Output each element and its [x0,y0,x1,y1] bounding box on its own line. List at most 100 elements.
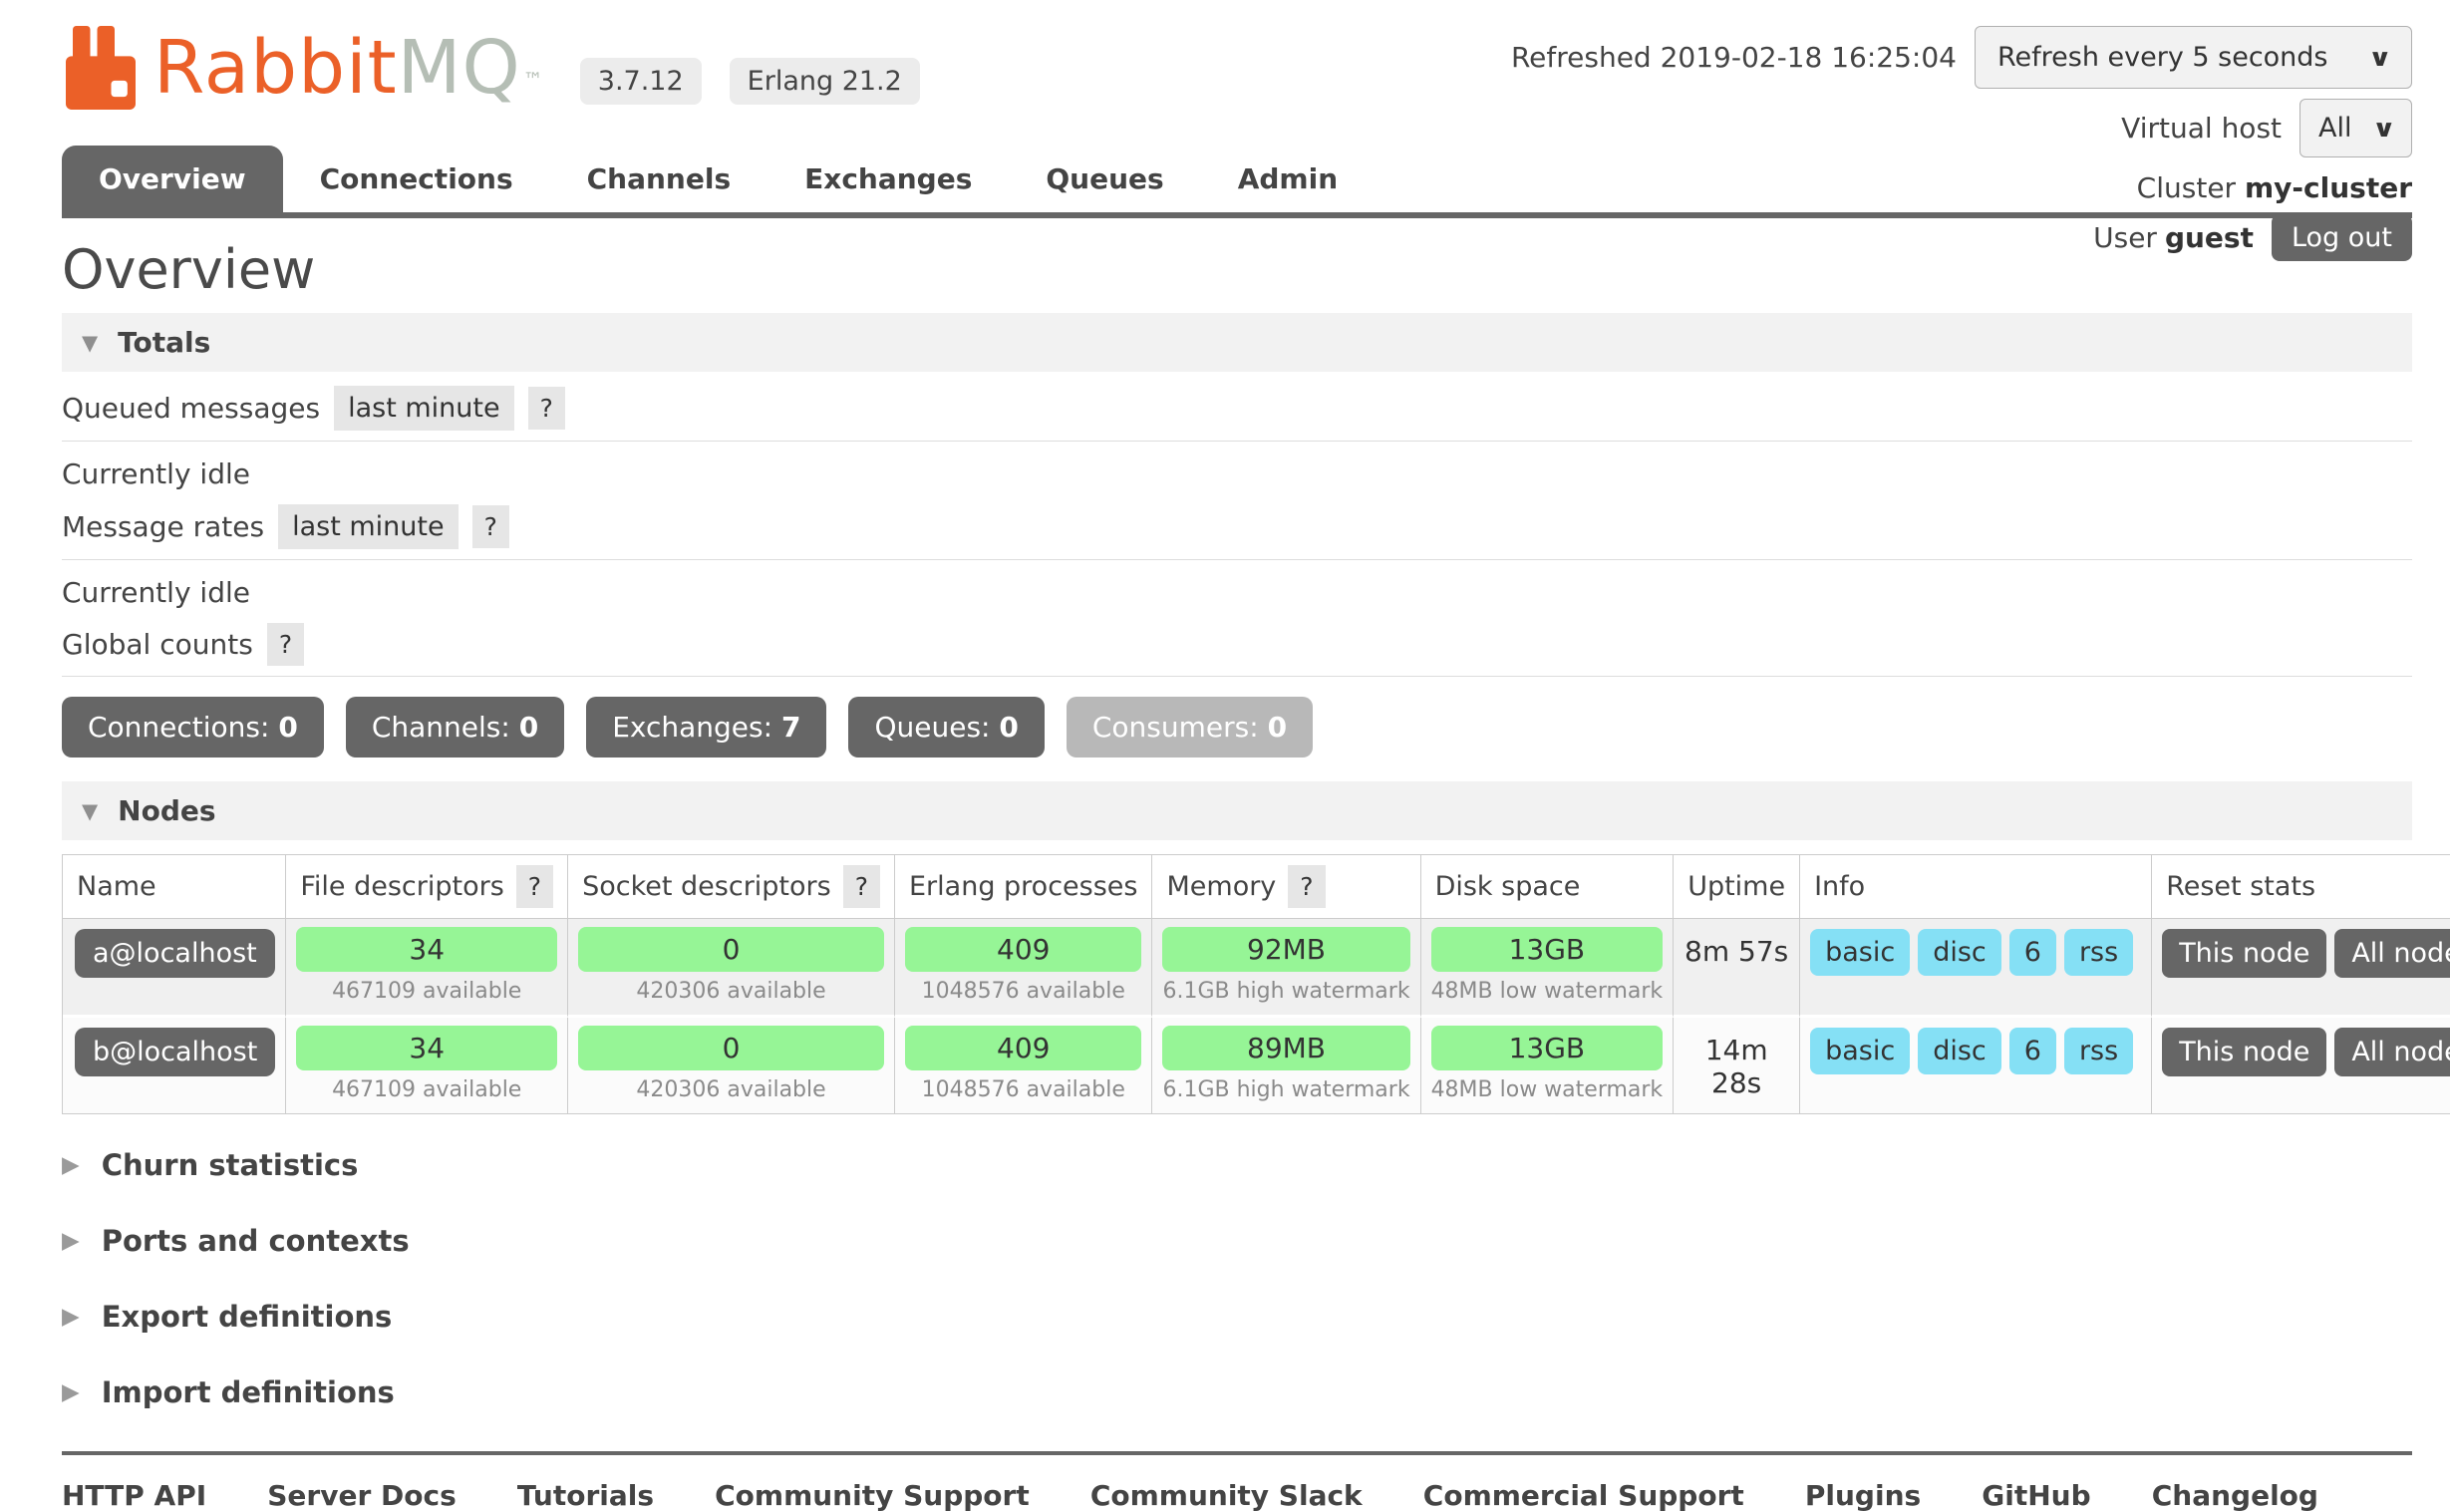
info-badge-rss[interactable]: rss [2064,1028,2133,1074]
info-badge-disc[interactable]: disc [1918,929,2001,976]
queues-count-button[interactable]: Queues: 0 [848,697,1044,757]
socket-descriptors-note: 420306 available [578,1070,884,1105]
section-churn-statistics[interactable]: ▶ Churn statistics [62,1148,2412,1182]
socket-descriptors-note: 420306 available [578,972,884,1007]
logout-button[interactable]: Log out [2272,214,2412,261]
tab-overview[interactable]: Overview [62,146,283,212]
footer: HTTP API Server Docs Tutorials Community… [62,1451,2412,1512]
erlang-version-badge: Erlang 21.2 [730,58,920,105]
help-icon[interactable]: ? [267,623,304,666]
info-badge-count[interactable]: 6 [2009,929,2056,976]
chevron-down-icon: ∨ [2371,115,2395,143]
tab-exchanges[interactable]: Exchanges [767,146,1009,212]
message-rates-row: Message rates last minute ? [62,504,2412,560]
node-name-badge[interactable]: a@localhost [75,929,275,978]
refreshed-timestamp: Refreshed 2019-02-18 16:25:04 [1511,41,1957,74]
help-icon[interactable]: ? [516,865,553,908]
footer-link-http-api[interactable]: HTTP API [62,1479,206,1512]
queued-messages-label: Queued messages [62,392,320,425]
col-name: Name [63,855,286,919]
footer-link-plugins[interactable]: Plugins [1805,1479,1921,1512]
info-badge-count[interactable]: 6 [2009,1028,2056,1074]
channels-count-button[interactable]: Channels: 0 [346,697,564,757]
totals-section-header[interactable]: ▼ Totals [62,313,2412,372]
nodes-section-title: Nodes [118,794,215,827]
help-icon[interactable]: ? [528,387,565,430]
cluster-name: my-cluster [2245,171,2412,204]
disk-space-note: 48MB low watermark [1431,972,1664,1007]
memory-note: 6.1GB high watermark [1162,1070,1409,1105]
rabbitmq-version-badge: 3.7.12 [580,58,702,105]
header: RabbitMQ™ 3.7.12 Erlang 21.2 Refreshed 2… [62,26,2412,110]
col-socket-descriptors: Socket descriptors? [568,855,895,919]
help-icon[interactable]: ? [1288,865,1325,908]
message-rates-label: Message rates [62,510,264,543]
tab-channels[interactable]: Channels [550,146,768,212]
nodes-table-wrap: Name File descriptors? Socket descriptor… [62,854,2412,1114]
memory-bar: 92MB [1162,927,1409,972]
global-count-buttons: Connections: 0 Channels: 0 Exchanges: 7 … [62,697,2412,757]
info-badge-basic[interactable]: basic [1810,1028,1910,1074]
consumers-count-button: Consumers: 0 [1067,697,1313,757]
footer-link-commercial-support[interactable]: Commercial Support [1423,1479,1744,1512]
tab-admin[interactable]: Admin [1201,146,1375,212]
col-disk-space: Disk space [1421,855,1675,919]
cluster-info: Cluster my-cluster [2137,171,2412,204]
info-badge-rss[interactable]: rss [2064,929,2133,976]
user-name: guest [2165,221,2254,254]
reset-this-node-button[interactable]: This node [2162,929,2326,978]
reset-all-nodes-button[interactable]: All nodes [2334,929,2450,978]
collapse-triangle-icon: ▼ [82,331,98,355]
footer-link-server-docs[interactable]: Server Docs [267,1479,457,1512]
connections-count-button[interactable]: Connections: 0 [62,697,324,757]
nodes-header-row: Name File descriptors? Socket descriptor… [63,855,2450,919]
disk-space-bar: 13GB [1431,927,1664,972]
info-badge-basic[interactable]: basic [1810,929,1910,976]
expand-triangle-icon: ▶ [62,1228,80,1254]
tab-connections[interactable]: Connections [283,146,550,212]
info-badge-disc[interactable]: disc [1918,1028,2001,1074]
uptime-value: 8m 57s [1674,919,1800,1018]
footer-link-tutorials[interactable]: Tutorials [517,1479,654,1512]
collapsed-sections: ▶ Churn statistics ▶ Ports and contexts … [62,1148,2412,1409]
file-descriptors-note: 467109 available [296,972,557,1007]
footer-link-changelog[interactable]: Changelog [2152,1479,2318,1512]
totals-section-title: Totals [118,326,210,359]
col-info: Info [1800,855,2152,919]
queued-messages-row: Queued messages last minute ? [62,386,2412,442]
trademark-symbol: ™ [523,68,544,92]
section-export-definitions[interactable]: ▶ Export definitions [62,1300,2412,1334]
col-file-descriptors: File descriptors? [286,855,568,919]
rabbitmq-management-page: RabbitMQ™ 3.7.12 Erlang 21.2 Refreshed 2… [0,0,2450,1512]
section-import-definitions[interactable]: ▶ Import definitions [62,1375,2412,1409]
global-counts-label: Global counts [62,628,253,661]
disk-space-note: 48MB low watermark [1431,1070,1664,1105]
disk-space-bar: 13GB [1431,1026,1664,1070]
reset-this-node-button[interactable]: This node [2162,1028,2326,1076]
memory-note: 6.1GB high watermark [1162,972,1409,1007]
version-badges: 3.7.12 Erlang 21.2 [580,58,920,105]
exchanges-count-button[interactable]: Exchanges: 7 [586,697,826,757]
erlang-processes-note: 1048576 available [905,972,1141,1007]
uptime-value: 14m 28s [1674,1018,1800,1113]
node-name-badge[interactable]: b@localhost [75,1028,275,1076]
erlang-processes-note: 1048576 available [905,1070,1141,1105]
footer-link-github[interactable]: GitHub [1982,1479,2090,1512]
reset-all-nodes-button[interactable]: All nodes [2334,1028,2450,1076]
memory-bar: 89MB [1162,1026,1409,1070]
footer-link-community-slack[interactable]: Community Slack [1090,1479,1363,1512]
virtual-host-select[interactable]: All ∨ [2299,99,2412,157]
tab-queues[interactable]: Queues [1009,146,1200,212]
help-icon[interactable]: ? [472,505,509,548]
col-memory: Memory? [1152,855,1420,919]
nodes-table: Name File descriptors? Socket descriptor… [62,854,2450,1114]
refresh-interval-select[interactable]: Refresh every 5 seconds ∨ [1975,26,2412,89]
file-descriptors-bar: 34 [296,1026,557,1070]
file-descriptors-note: 467109 available [296,1070,557,1105]
help-icon[interactable]: ? [843,865,880,908]
virtual-host-label: Virtual host [2121,112,2282,145]
footer-link-community-support[interactable]: Community Support [715,1479,1030,1512]
expand-triangle-icon: ▶ [62,1379,80,1405]
section-ports-and-contexts[interactable]: ▶ Ports and contexts [62,1224,2412,1258]
nodes-section-header[interactable]: ▼ Nodes [62,781,2412,840]
